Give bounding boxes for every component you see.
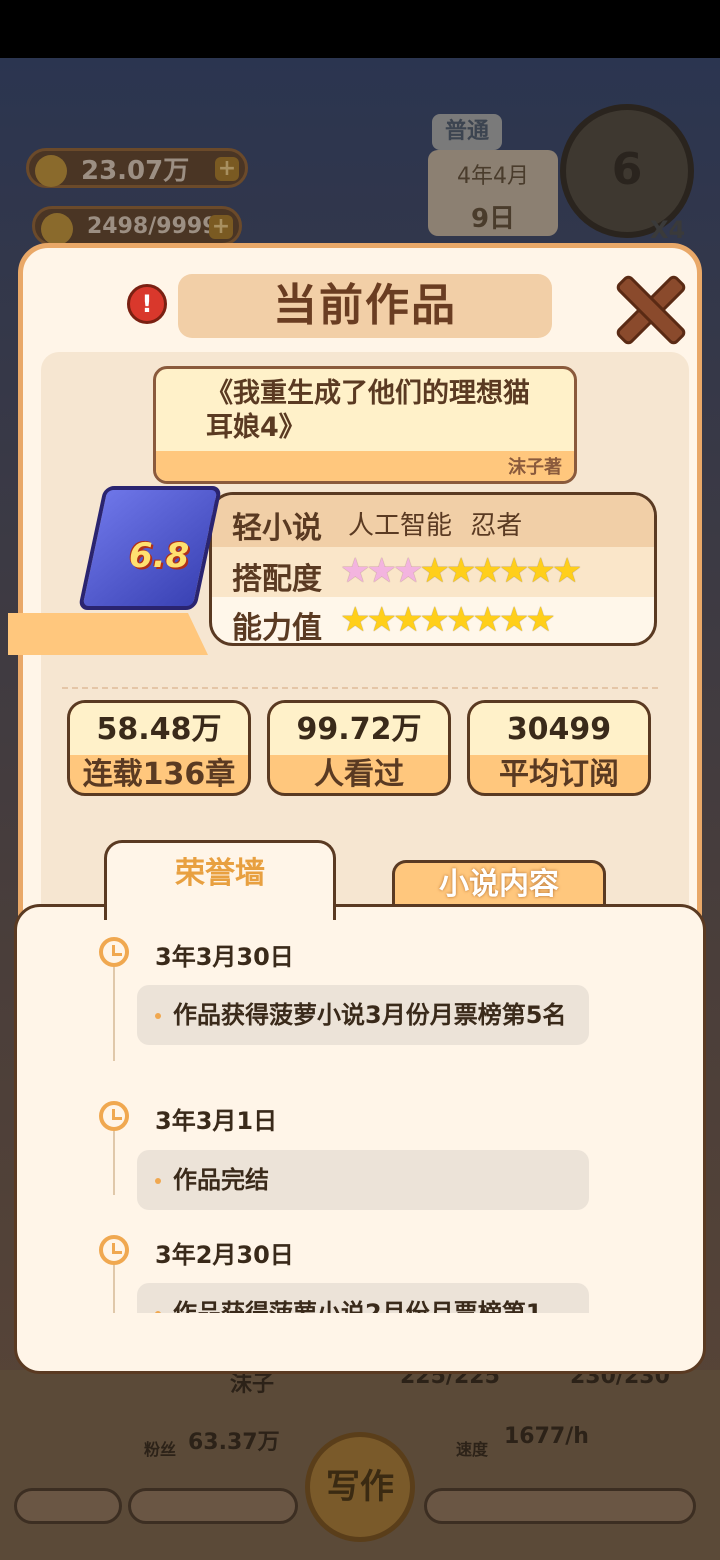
compat-pink-stars: ★★★ — [340, 551, 423, 591]
timeline-connector — [113, 1265, 115, 1313]
energy-counter: 2498/9999 + — [32, 206, 242, 246]
gold-value: 23.07万 — [81, 155, 190, 186]
bottom-slot-3 — [424, 1488, 696, 1524]
genre-tags: 人工智能 忍者 — [348, 511, 523, 541]
ability-label: 能力值 — [232, 611, 322, 646]
timeline-date: 3年3月30日 — [155, 943, 294, 971]
stat-readers: 99.72万 人看过 — [267, 700, 451, 796]
compat-gold-stars: ★★★★★★ — [419, 551, 582, 591]
timeline-text: 作品完结 — [173, 1166, 269, 1194]
timeline-connector — [113, 1131, 115, 1195]
stat-readers-label: 人看过 — [314, 757, 404, 792]
energy-icon — [41, 213, 73, 245]
timeline-text: 作品获得菠萝小说2月份月票榜第1 — [173, 1299, 543, 1313]
add-gold-icon: + — [215, 157, 239, 181]
timeline-card: 作品获得菠萝小说2月份月票榜第1 — [137, 1283, 589, 1313]
gold-counter: 23.07万 + — [26, 148, 248, 188]
compat-stars: ★★★★★★★★★ — [340, 551, 582, 591]
timeline-card: 作品获得菠萝小说3月份月票榜第5名 — [137, 985, 589, 1045]
stat-subscriptions-label: 平均订阅 — [499, 757, 619, 792]
timeline-card: 作品完结 — [137, 1150, 589, 1210]
coin-icon — [35, 155, 67, 187]
status-bar — [0, 0, 720, 58]
clock-icon — [99, 937, 129, 967]
clock-icon — [99, 1235, 129, 1265]
bullet-icon — [155, 1178, 161, 1184]
ability-stars: ★★★★★★★★ — [340, 600, 556, 640]
clock-icon — [99, 1101, 129, 1131]
date-day: 9日 — [470, 204, 516, 234]
stat-words-label: 连载136章 — [82, 757, 236, 792]
stat-words-value: 58.48万 — [70, 703, 248, 755]
tab-novel-content[interactable]: 小说内容 — [392, 860, 606, 908]
clock-value: 6 — [611, 144, 643, 195]
book-title-card: 《我重生成了他们的理想猫耳娘4》 沫子著 — [153, 366, 577, 484]
speed-multiplier: X4 — [650, 216, 686, 244]
energy-value: 2498/9999 — [87, 213, 218, 239]
divider — [62, 687, 658, 689]
tab-honor-wall[interactable]: 荣誉墙 — [104, 840, 336, 920]
book-cover: 6.8 — [69, 486, 223, 614]
timeline-text: 作品获得菠萝小说3月份月票榜第5名 — [173, 1001, 567, 1029]
book-info-box: 轻小说 人工智能 忍者 搭配度 ★★★★★★★★★ 能力值 ★★★★★★★★ — [209, 492, 657, 646]
timeline-connector — [113, 967, 115, 1061]
bullet-icon — [155, 1013, 161, 1019]
stat-subscriptions-value: 30499 — [470, 703, 648, 755]
alert-icon[interactable]: ! — [127, 284, 167, 324]
bottom-slot-1 — [14, 1488, 122, 1524]
mode-tag: 普通 — [432, 114, 502, 150]
honor-timeline[interactable]: 3年3月30日 作品获得菠萝小说3月份月票榜第5名 3年3月1日 作品完结 3年… — [17, 907, 703, 1313]
add-energy-icon: + — [209, 215, 233, 239]
book-author: 沫子著 — [508, 457, 562, 478]
close-button[interactable] — [605, 270, 688, 350]
date-month: 4年4月 — [457, 164, 529, 189]
fans-label: 粉丝 — [144, 1440, 177, 1459]
speed-label: 速度 — [456, 1440, 489, 1459]
fans-value: 63.37万 — [188, 1430, 280, 1455]
timeline-date: 3年2月30日 — [155, 1241, 294, 1269]
bottom-slot-2 — [128, 1488, 298, 1524]
dialog-title: 当前作品 — [178, 274, 552, 338]
speed-value: 1677/h — [504, 1424, 589, 1449]
compat-label: 搭配度 — [232, 562, 322, 597]
stat-words: 58.48万 连载136章 — [67, 700, 251, 796]
book-title: 《我重生成了他们的理想猫耳娘4》 — [206, 378, 530, 443]
bullet-icon — [155, 1311, 161, 1313]
honor-wall-panel: 3年3月30日 作品获得菠萝小说3月份月票榜第5名 3年3月1日 作品完结 3年… — [14, 904, 706, 1374]
book-rating: 6.8 — [129, 536, 190, 576]
ability-gold-stars: ★★★★★★★★ — [340, 600, 556, 640]
game-date: 4年4月 9日 — [428, 150, 558, 236]
stat-subscriptions: 30499 平均订阅 — [467, 700, 651, 796]
stat-readers-value: 99.72万 — [270, 703, 448, 755]
write-button: 写作 — [305, 1432, 415, 1542]
timeline-date: 3年3月1日 — [155, 1107, 278, 1135]
cover-ribbon — [8, 613, 208, 655]
category-label: 轻小说 — [232, 511, 322, 546]
